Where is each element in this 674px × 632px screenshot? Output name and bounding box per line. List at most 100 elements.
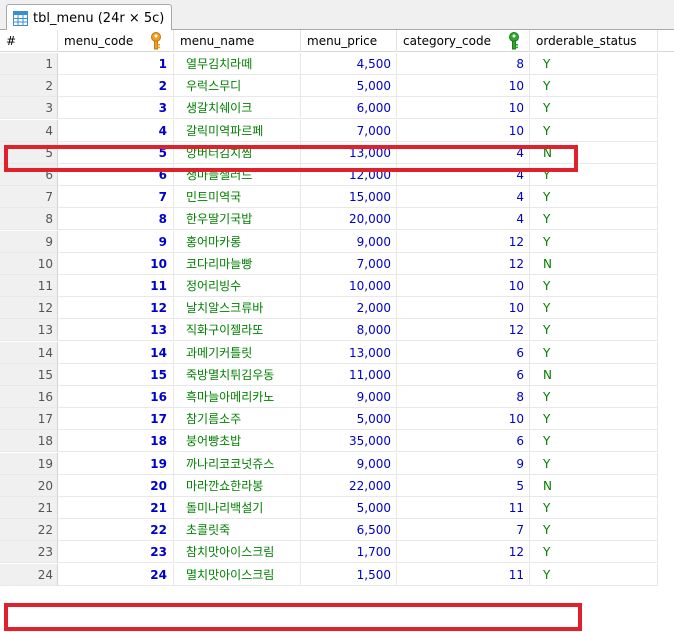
- cell-menu-name[interactable]: 앙버터김치찜: [174, 141, 301, 164]
- cell-menu-price[interactable]: 9,000: [301, 452, 397, 475]
- cell-menu-code[interactable]: 16: [58, 386, 174, 408]
- cell-menu-price[interactable]: 6,500: [301, 519, 397, 542]
- cell-menu-code[interactable]: 21: [58, 497, 174, 519]
- cell-category-code[interactable]: 7: [397, 519, 530, 542]
- row-number[interactable]: 9: [0, 230, 58, 253]
- cell-menu-name[interactable]: 정어리빙수: [174, 275, 301, 297]
- cell-menu-code[interactable]: 9: [58, 230, 174, 253]
- cell-category-code[interactable]: 10: [397, 408, 530, 431]
- cell-menu-name[interactable]: 생갈치쉐이크: [174, 97, 301, 120]
- cell-category-code[interactable]: 10: [397, 119, 530, 142]
- cell-menu-price[interactable]: 11,000: [301, 363, 397, 386]
- cell-orderable-status[interactable]: Y: [530, 430, 658, 453]
- cell-menu-price[interactable]: 2,000: [301, 297, 397, 320]
- cell-menu-price[interactable]: 9,000: [301, 386, 397, 408]
- cell-menu-price[interactable]: 1,700: [301, 541, 397, 564]
- cell-orderable-status[interactable]: Y: [530, 341, 658, 364]
- cell-orderable-status[interactable]: Y: [530, 230, 658, 253]
- row-number[interactable]: 21: [0, 497, 58, 519]
- cell-orderable-status[interactable]: Y: [530, 297, 658, 320]
- cell-menu-price[interactable]: 5,000: [301, 75, 397, 98]
- table-row[interactable]: 17 17 참기름소주 5,000 10 Y: [0, 408, 674, 431]
- row-number[interactable]: 17: [0, 408, 58, 431]
- table-row[interactable]: 10 10 코다리마늘빵 7,000 12 N: [0, 252, 674, 275]
- cell-orderable-status[interactable]: Y: [530, 563, 658, 586]
- cell-menu-code[interactable]: 20: [58, 474, 174, 497]
- row-number[interactable]: 5: [0, 141, 58, 164]
- table-row[interactable]: 19 19 까나리코코넛쥬스 9,000 9 Y: [0, 452, 674, 475]
- cell-menu-price[interactable]: 5,000: [301, 497, 397, 519]
- cell-orderable-status[interactable]: N: [530, 141, 658, 164]
- cell-menu-code[interactable]: 3: [58, 97, 174, 120]
- row-number[interactable]: 10: [0, 252, 58, 275]
- cell-menu-price[interactable]: 20,000: [301, 208, 397, 231]
- cell-menu-price[interactable]: 12,000: [301, 164, 397, 186]
- cell-menu-price[interactable]: 9,000: [301, 230, 397, 253]
- row-number[interactable]: 18: [0, 430, 58, 453]
- row-number[interactable]: 1: [0, 53, 58, 75]
- cell-menu-name[interactable]: 날치알스크류바: [174, 297, 301, 320]
- row-number[interactable]: 22: [0, 519, 58, 542]
- table-row[interactable]: 23 23 참치맛아이스크림 1,700 12 Y: [0, 541, 674, 564]
- cell-menu-code[interactable]: 17: [58, 408, 174, 431]
- cell-category-code[interactable]: 11: [397, 563, 530, 586]
- tab-tbl-menu[interactable]: tbl_menu (24r × 5c): [6, 4, 172, 31]
- table-row[interactable]: 14 14 과메기커틀릿 13,000 6 Y: [0, 341, 674, 364]
- cell-orderable-status[interactable]: N: [530, 363, 658, 386]
- cell-menu-name[interactable]: 열무김치라떼: [174, 53, 301, 75]
- cell-orderable-status[interactable]: Y: [530, 164, 658, 186]
- cell-category-code[interactable]: 12: [397, 230, 530, 253]
- row-number[interactable]: 6: [0, 164, 58, 186]
- cell-orderable-status[interactable]: Y: [530, 97, 658, 120]
- cell-menu-price[interactable]: 15,000: [301, 186, 397, 209]
- cell-menu-name[interactable]: 참기름소주: [174, 408, 301, 431]
- table-row[interactable]: 24 24 멸치맛아이스크림 1,500 11 Y: [0, 563, 674, 586]
- cell-menu-name[interactable]: 까나리코코넛쥬스: [174, 452, 301, 475]
- cell-menu-code[interactable]: 8: [58, 208, 174, 231]
- table-row[interactable]: 13 13 직화구이젤라또 8,000 12 Y: [0, 319, 674, 342]
- cell-orderable-status[interactable]: Y: [530, 186, 658, 209]
- cell-menu-code[interactable]: 11: [58, 275, 174, 297]
- cell-category-code[interactable]: 4: [397, 208, 530, 231]
- cell-orderable-status[interactable]: Y: [530, 75, 658, 98]
- cell-menu-code[interactable]: 10: [58, 252, 174, 275]
- row-number[interactable]: 24: [0, 563, 58, 586]
- row-number[interactable]: 3: [0, 97, 58, 120]
- cell-category-code[interactable]: 10: [397, 75, 530, 98]
- cell-menu-name[interactable]: 홍어마카롱: [174, 230, 301, 253]
- table-row[interactable]: 15 15 죽방멸치튀김우동 11,000 6 N: [0, 363, 674, 386]
- cell-menu-price[interactable]: 7,000: [301, 252, 397, 275]
- cell-orderable-status[interactable]: N: [530, 252, 658, 275]
- cell-menu-code[interactable]: 7: [58, 186, 174, 209]
- cell-category-code[interactable]: 9: [397, 452, 530, 475]
- cell-menu-code[interactable]: 18: [58, 430, 174, 453]
- cell-category-code[interactable]: 4: [397, 186, 530, 209]
- cell-menu-code[interactable]: 19: [58, 452, 174, 475]
- table-row[interactable]: 20 20 마라깐쇼한라봉 22,000 5 N: [0, 474, 674, 497]
- row-number[interactable]: 4: [0, 119, 58, 142]
- cell-menu-price[interactable]: 7,000: [301, 119, 397, 142]
- cell-menu-code[interactable]: 24: [58, 563, 174, 586]
- cell-menu-name[interactable]: 갈릭미역파르페: [174, 119, 301, 142]
- cell-orderable-status[interactable]: Y: [530, 319, 658, 342]
- cell-menu-name[interactable]: 돌미나리백설기: [174, 497, 301, 519]
- cell-menu-name[interactable]: 과메기커틀릿: [174, 341, 301, 364]
- cell-category-code[interactable]: 5: [397, 474, 530, 497]
- row-number[interactable]: 19: [0, 452, 58, 475]
- cell-menu-name[interactable]: 흑마늘아메리카노: [174, 386, 301, 408]
- cell-orderable-status[interactable]: Y: [530, 452, 658, 475]
- cell-menu-price[interactable]: 13,000: [301, 141, 397, 164]
- cell-orderable-status[interactable]: N: [530, 474, 658, 497]
- cell-category-code[interactable]: 6: [397, 341, 530, 364]
- cell-menu-name[interactable]: 죽방멸치튀김우동: [174, 363, 301, 386]
- cell-orderable-status[interactable]: Y: [530, 408, 658, 431]
- cell-orderable-status[interactable]: Y: [530, 519, 658, 542]
- cell-menu-price[interactable]: 5,000: [301, 408, 397, 431]
- cell-menu-code[interactable]: 2: [58, 75, 174, 98]
- cell-menu-name[interactable]: 마라깐쇼한라봉: [174, 474, 301, 497]
- table-row[interactable]: 5 5 앙버터김치찜 13,000 4 N: [0, 141, 674, 164]
- cell-menu-price[interactable]: 10,000: [301, 275, 397, 297]
- table-row[interactable]: 16 16 흑마늘아메리카노 9,000 8 Y: [0, 386, 674, 408]
- row-number[interactable]: 12: [0, 297, 58, 320]
- cell-menu-code[interactable]: 13: [58, 319, 174, 342]
